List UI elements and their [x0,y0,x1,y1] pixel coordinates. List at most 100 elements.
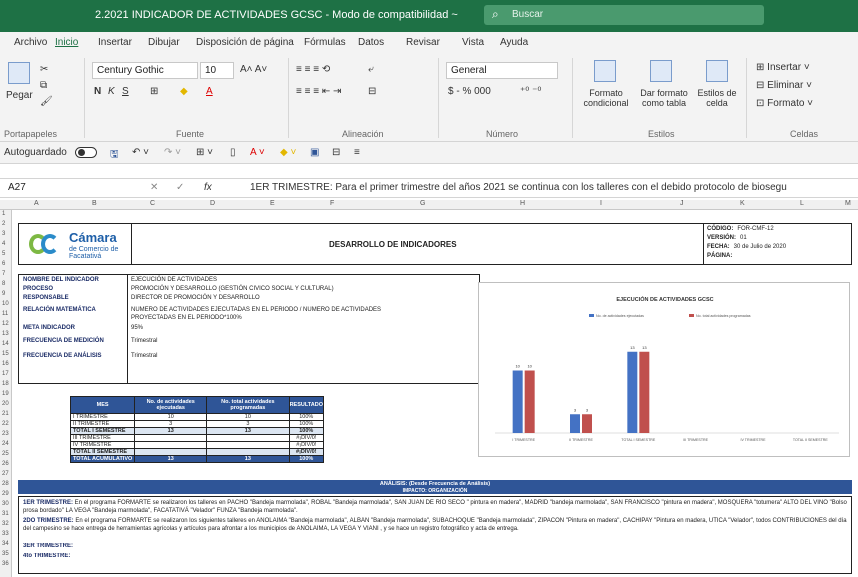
table-cell[interactable]: I TRIMESTRE [69,413,136,421]
row-header[interactable]: 20 [2,401,9,407]
fill-quick-icon[interactable]: ◆ ˅ [280,147,296,158]
row-header[interactable]: 8 [2,281,5,287]
table-cell[interactable] [206,448,290,456]
row-header[interactable]: 18 [2,381,9,387]
column-header[interactable]: K [740,200,745,207]
tab-9[interactable]: Ayuda [500,37,528,48]
table-cell[interactable]: #¡DIV/0! [288,441,325,449]
name-box[interactable]: A27 [4,181,92,196]
align-top-icons[interactable]: ≡ ≡ ≡ ⟲ [296,64,330,75]
tab-2[interactable]: Insertar [98,37,132,48]
autosave-toggle[interactable] [75,147,97,158]
row-header[interactable]: 11 [2,311,8,317]
row-header[interactable]: 7 [2,271,5,277]
paste-button[interactable]: Pegar [6,90,33,101]
chart[interactable]: EJECUCIÓN DE ACTIVIDADES GCSC No. de acti… [478,282,850,457]
tab-3[interactable]: Dibujar [148,37,180,48]
table-cell[interactable]: 3 [134,420,208,428]
column-header[interactable]: M [845,200,851,207]
row-header[interactable]: 15 [2,351,9,357]
paste-icon[interactable] [8,62,30,84]
fill-color-icon[interactable]: ◆ [180,86,188,97]
row-header[interactable]: 12 [2,321,9,327]
row-header[interactable]: 13 [2,331,9,337]
table-cell[interactable] [134,448,208,456]
enter-icon[interactable]: ✓ [176,182,184,193]
row-header[interactable]: 6 [2,261,5,267]
cell-styles-icon[interactable] [706,60,728,82]
table-cell[interactable]: 13 [134,455,208,463]
row-header[interactable]: 26 [2,461,9,467]
column-header[interactable]: F [330,200,334,207]
format-table-button[interactable]: Dar formato como tabla [636,88,692,108]
row-header[interactable]: 35 [2,551,9,557]
column-header[interactable]: D [210,200,215,207]
table-cell[interactable]: III TRIMESTRE [69,434,136,442]
row-header[interactable]: 31 [2,511,9,517]
table-cell[interactable]: 100% [288,420,325,428]
table-cell[interactable]: IV TRIMESTRE [69,441,136,449]
table-cell[interactable]: TOTAL I SEMESTRE [69,427,136,435]
row-header[interactable]: 1 [2,211,5,217]
table-cell[interactable]: 100% [288,413,325,421]
row-header[interactable]: 28 [2,481,9,487]
tab-5[interactable]: Fórmulas [304,37,346,48]
cancel-icon[interactable]: ✕ [150,182,158,193]
currency-buttons[interactable]: $ - % 000 [448,86,491,97]
insert-button[interactable]: ⊞ Insertar ˅ [756,62,810,73]
table-cell[interactable]: #¡DIV/0! [288,448,325,456]
table-cell[interactable]: TOTAL ACUMULATIVO [69,455,136,463]
row-header[interactable]: 33 [2,531,9,537]
table-cell[interactable]: 10 [134,413,208,421]
column-header[interactable]: G [420,200,425,207]
row-header[interactable]: 29 [2,491,9,497]
table-cell[interactable] [134,434,208,442]
borders-icon[interactable]: ⊞ [150,86,158,97]
row-header[interactable]: 36 [2,561,9,567]
row-header[interactable]: 2 [2,221,5,227]
tab-0[interactable]: Archivo [14,37,47,48]
font-color-quick-icon[interactable]: A ˅ [250,147,265,158]
row-header[interactable]: 21 [2,411,9,417]
column-header[interactable]: E [270,200,275,207]
formula-input[interactable]: 1ER TRIMESTRE: Para el primer trimestre … [250,182,787,193]
column-header[interactable]: H [520,200,525,207]
undo-icon[interactable]: ↶ ˅ [132,147,149,158]
font-size-select[interactable]: 10 [200,62,234,79]
table-cell[interactable]: 13 [206,455,290,463]
column-header[interactable]: L [800,200,804,207]
font-color-icon[interactable]: A [206,86,213,97]
row-header[interactable]: 34 [2,541,9,547]
row-header[interactable]: 22 [2,421,9,427]
row-header[interactable]: 17 [2,371,9,377]
customize-icon[interactable]: ≡ [354,147,360,158]
picture-icon[interactable]: ▣ [310,147,319,158]
row-header[interactable]: 4 [2,241,5,247]
column-header[interactable]: A [34,200,39,207]
row-header[interactable]: 9 [2,291,5,297]
row-header[interactable]: 3 [2,231,5,237]
format-table-icon[interactable] [650,60,672,82]
underline-button[interactable]: S [122,86,129,97]
font-name-select[interactable]: Century Gothic [92,62,198,79]
tab-7[interactable]: Revisar [406,37,440,48]
table-cell[interactable]: 13 [134,427,208,435]
table-cell[interactable]: 100% [288,427,325,435]
row-header[interactable]: 32 [2,521,9,527]
column-header[interactable]: I [600,200,602,207]
align-horizontal-icons[interactable]: ≡ ≡ ≡ ⇤ ⇥ [296,86,341,97]
table-cell[interactable] [134,441,208,449]
format-button[interactable]: ⊡ Formato ˅ [756,98,813,109]
delete-button[interactable]: ⊟ Eliminar ˅ [756,80,812,91]
number-format-select[interactable]: General [446,62,558,79]
insert-function-button[interactable]: fx [204,182,212,193]
borders-quick-icon[interactable]: ⊞ ˅ [196,147,213,158]
column-header[interactable]: C [150,200,155,207]
italic-button[interactable]: K [108,86,115,97]
search-box[interactable]: ⌕ Buscar [484,5,764,25]
cut-icon[interactable]: ✂ [40,64,48,75]
table-cell[interactable]: 3 [206,420,290,428]
copy-icon[interactable]: ⧉ [40,80,47,91]
decimal-icons[interactable]: ⁺⁰ ⁻⁰ [520,86,541,97]
table-cell[interactable]: TOTAL II SEMESTRE [69,448,136,456]
